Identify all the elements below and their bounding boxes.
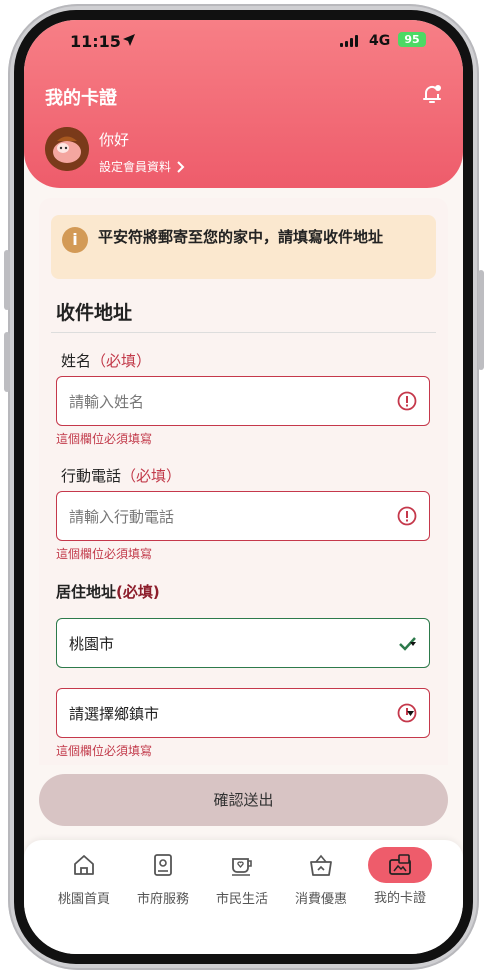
divider [51, 332, 436, 333]
check-dropdown-icon [399, 637, 416, 651]
tab-label: 市民生活 [215, 892, 268, 907]
phone-input[interactable]: 請輸入行動電話 [56, 491, 430, 541]
bottom-tab-bar: 桃園首頁 市府服務 市民生活 消費優惠 我的卡證 [24, 840, 463, 954]
section-title: 收件地址 [56, 302, 133, 324]
notice-banner: i 平安符將郵寄至您的家中，請填寫收件地址 [51, 215, 436, 279]
address-form-card: i 平安符將郵寄至您的家中，請填寫收件地址 收件地址 姓名（必填） 請輸入姓名 … [39, 198, 448, 798]
volume-up-button [4, 250, 10, 310]
name-required-tag: （必填） [91, 352, 152, 370]
city-service-icon [154, 854, 172, 876]
error-dropdown-icon [397, 703, 417, 723]
power-button [478, 270, 484, 370]
home-icon [74, 855, 94, 875]
active-tab-indicator [368, 847, 432, 883]
chevron-right-icon [177, 160, 185, 173]
battery-icon: 95 [398, 32, 426, 47]
submit-bar: 確認送出 [24, 765, 463, 845]
name-label-text: 姓名 [61, 352, 92, 370]
avatar[interactable] [45, 127, 89, 171]
network-label: 4G [369, 33, 391, 49]
name-input[interactable]: 請輸入姓名 [56, 376, 430, 426]
submit-button[interactable]: 確認送出 [39, 774, 448, 826]
coffee-cup-icon [232, 858, 252, 876]
location-arrow-icon [123, 34, 135, 46]
app-screen: 11:15 4G 95 我的卡證 你好 設定會員資料 i 平安符將郵寄至您的家中… [24, 20, 463, 954]
page-title: 我的卡證 [45, 88, 117, 109]
status-time: 11:15 [70, 32, 121, 51]
info-icon: i [62, 227, 88, 253]
tab-label: 桃園首頁 [57, 892, 110, 907]
notification-bell-icon[interactable] [420, 82, 444, 106]
tab-label: 我的卡證 [373, 891, 426, 906]
tab-home[interactable]: 桃園首頁 [44, 852, 124, 907]
error-alert-icon [397, 391, 417, 411]
phone-error-message: 這個欄位必須填寫 [56, 547, 153, 561]
city-select[interactable]: 桃園市 [56, 618, 430, 668]
greeting-text: 你好 [99, 131, 130, 149]
signal-icon [340, 35, 360, 47]
name-label: 姓名（必填） [61, 350, 151, 371]
district-error-message: 這個欄位必須填寫 [56, 744, 153, 758]
name-input-placeholder: 請輸入姓名 [69, 393, 145, 411]
shopping-bag-icon [310, 854, 332, 876]
address-label: 居住地址(必填) [56, 581, 160, 602]
status-bar: 11:15 4G 95 [24, 20, 463, 64]
phone-input-placeholder: 請輸入行動電話 [69, 508, 175, 526]
profile-settings-label: 設定會員資料 [99, 160, 172, 174]
name-error-message: 這個欄位必須填寫 [56, 432, 153, 446]
volume-down-button [4, 332, 10, 392]
header: 11:15 4G 95 我的卡證 你好 設定會員資料 [24, 20, 463, 188]
tab-label: 市府服務 [136, 892, 189, 907]
district-select[interactable]: 請選擇鄉鎮市 [56, 688, 430, 738]
district-select-placeholder: 請選擇鄉鎮市 [69, 705, 160, 723]
profile-settings-link[interactable]: 設定會員資料 [99, 158, 185, 175]
error-alert-icon [397, 506, 417, 526]
phone-label: 行動電話（必填） [61, 465, 181, 486]
address-required-tag: (必填) [116, 583, 160, 601]
city-select-value: 桃園市 [69, 635, 115, 653]
phone-required-tag: （必填） [121, 467, 182, 485]
card-wallet-icon [389, 854, 411, 875]
phone-label-text: 行動電話 [61, 467, 122, 485]
tab-consumer-offers[interactable]: 消費優惠 [281, 852, 361, 907]
tab-my-cards[interactable]: 我的卡證 [360, 847, 440, 906]
tab-city-service[interactable]: 市府服務 [123, 852, 203, 907]
tab-citizen-life[interactable]: 市民生活 [202, 852, 282, 907]
tab-label: 消費優惠 [294, 892, 347, 907]
notice-text: 平安符將郵寄至您的家中，請填寫收件地址 [98, 228, 384, 246]
address-label-text: 居住地址 [56, 583, 117, 601]
avatar-mascot-icon [45, 127, 89, 171]
